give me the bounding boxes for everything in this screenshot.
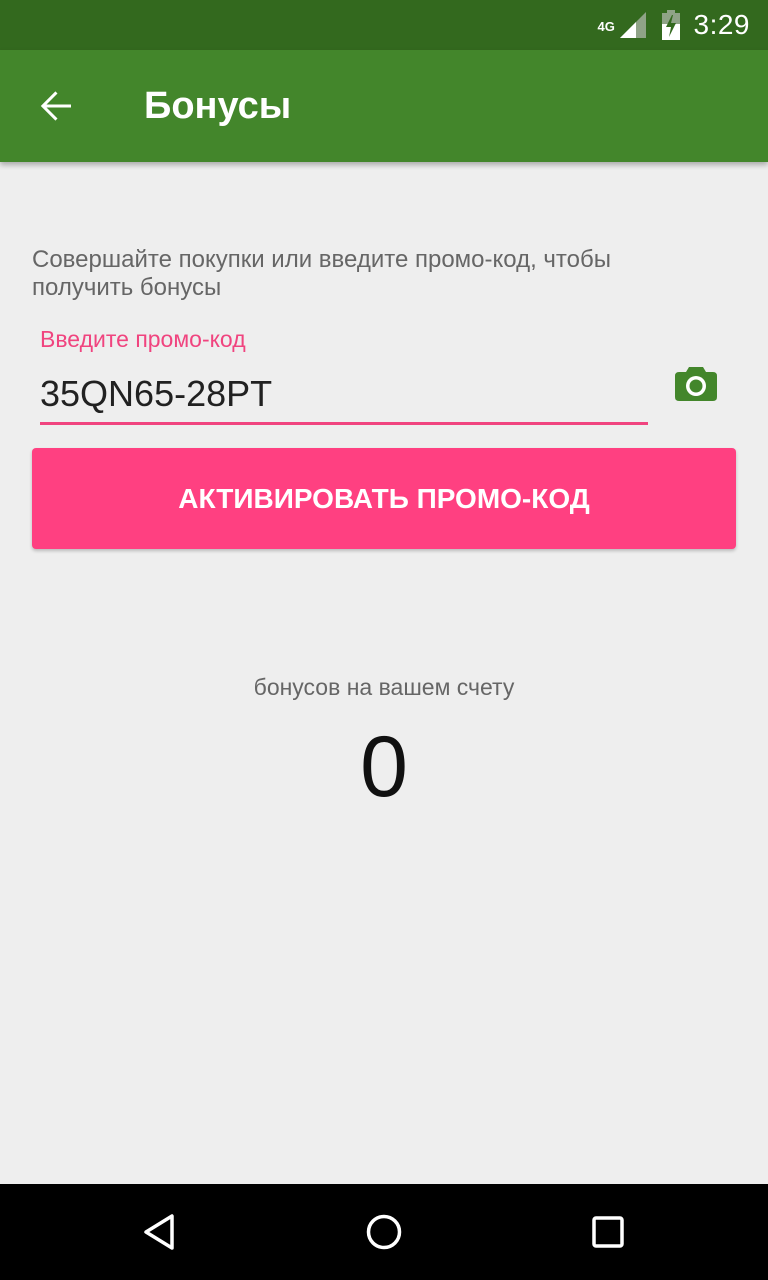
camera-icon [675, 367, 717, 401]
bonus-balance-value: 0 [360, 719, 408, 815]
app-toolbar: Бонусы [0, 50, 768, 162]
promo-field-label: Введите промо-код [40, 326, 246, 352]
bonus-screen-content: Совершайте покупки или введите промо-код… [0, 162, 768, 1184]
promo-code-input[interactable] [40, 368, 648, 420]
arrow-back-icon [40, 91, 71, 121]
status-icons: 4G 3:29 [598, 0, 751, 50]
battery-charging-icon [660, 10, 682, 40]
nav-home-button[interactable] [350, 1198, 418, 1266]
page-title: Бонусы [144, 85, 292, 127]
nav-back-button[interactable] [126, 1198, 194, 1266]
recents-square-icon [592, 1216, 624, 1248]
back-button[interactable] [20, 70, 92, 142]
network-type-label: 4G [597, 19, 615, 34]
activate-promo-button[interactable]: АКТИВИРОВАТЬ ПРОМО-КОД [32, 448, 736, 549]
signal-icon: 4G [598, 10, 650, 40]
bonus-balance-caption: бонусов на вашем счету [253, 674, 515, 700]
status-clock: 3:29 [693, 9, 750, 40]
system-nav-bar [0, 1184, 768, 1280]
status-bar: 4G 3:29 [0, 0, 768, 50]
back-triangle-icon [144, 1214, 174, 1250]
scan-code-button[interactable] [670, 358, 722, 408]
nav-recents-button[interactable] [574, 1198, 642, 1266]
promo-input-underline [40, 422, 648, 425]
home-circle-icon [366, 1214, 402, 1250]
promo-hint-text: Совершайте покупки или введите промо-код… [32, 246, 611, 301]
